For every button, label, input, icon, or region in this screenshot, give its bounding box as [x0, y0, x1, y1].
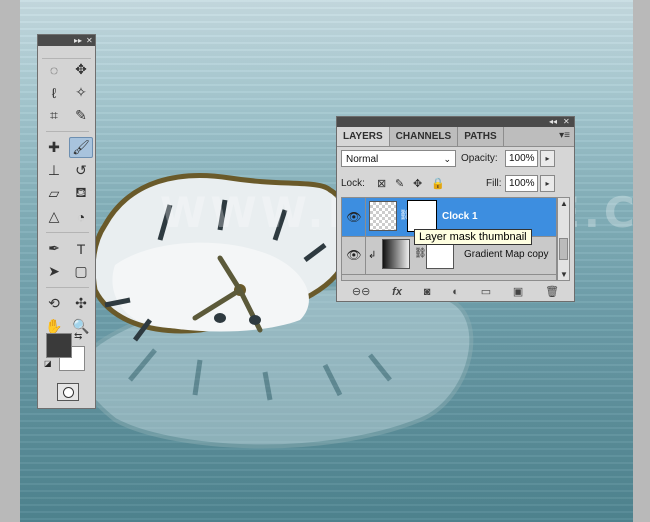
layer-list-scrollbar[interactable]: ▲ ▼: [557, 197, 570, 281]
pen-tool-icon[interactable]: ✒: [42, 238, 66, 259]
default-colors-icon[interactable]: ◪: [44, 359, 52, 368]
tool-separator: [46, 131, 89, 132]
magic-wand-tool-icon[interactable]: ✧: [69, 82, 93, 103]
clone-stamp-tool-icon[interactable]: ⊥: [42, 160, 66, 181]
link-layers-icon[interactable]: ⊖⊖: [352, 285, 370, 298]
tools-panel: ▸▸ ✕ ◌ ✥ ℓ ✧ ⌗ ✎ ✚ 🖌 ⊥ ↺ ▱ ⛾ △ ◔ ✒ T ➤ ▢ ⟲ ✣ ✋ 🔍 ⇆ ◪: [37, 34, 96, 409]
new-layer-icon[interactable]: ▣: [513, 285, 523, 298]
clipping-arrow-icon: ↲: [368, 250, 377, 261]
opacity-slider-button[interactable]: ▸: [540, 150, 555, 167]
tool-separator: [46, 287, 89, 288]
visibility-eye-icon[interactable]: 👁: [343, 198, 366, 236]
blend-mode-value: Normal: [346, 154, 379, 165]
quick-mask-icon: [62, 386, 74, 398]
lasso-tool-icon[interactable]: ℓ: [42, 82, 66, 103]
brush-tool-icon[interactable]: 🖌: [69, 137, 93, 158]
adjustment-layer-thumbnail[interactable]: [382, 239, 410, 269]
layers-footer: ⊖⊖ fx ◙ ◐ ▭ ▣ 🗑: [341, 284, 570, 299]
close-icon[interactable]: ✕: [86, 35, 93, 46]
tool-grid: ◌ ✥ ℓ ✧ ⌗ ✎ ✚ 🖌 ⊥ ↺ ▱ ⛾ △ ◔ ✒ T ➤ ▢ ⟲ ✣ ✋ 🔍: [38, 59, 95, 337]
tab-paths[interactable]: PATHS: [458, 127, 504, 146]
collapse-icon[interactable]: ◂◂: [549, 117, 557, 127]
opacity-label: Opacity:: [461, 153, 498, 164]
eyedropper-tool-icon[interactable]: ✎: [69, 105, 93, 126]
tooltip: Layer mask thumbnail: [414, 229, 532, 245]
paint-bucket-tool-icon[interactable]: ⛾: [69, 183, 93, 204]
opacity-input[interactable]: 100%: [505, 150, 538, 167]
path-selection-tool-icon[interactable]: ➤: [42, 261, 66, 282]
add-mask-icon[interactable]: ◙: [424, 286, 431, 298]
3d-pan-tool-icon[interactable]: ✣: [69, 293, 93, 314]
eraser-tool-icon[interactable]: ▱: [42, 183, 66, 204]
layers-panel: ◂◂ ✕ LAYERS CHANNELS PATHS ▾≡ Normal ⌄ O…: [336, 116, 575, 302]
tool-separator: [46, 232, 89, 233]
lock-all-icon[interactable]: 🔒: [431, 177, 445, 190]
scroll-down-icon[interactable]: ▼: [560, 270, 568, 279]
move-tool-icon[interactable]: ✥: [69, 59, 93, 80]
quick-mask-button[interactable]: [57, 383, 79, 401]
scroll-up-icon[interactable]: ▲: [560, 199, 568, 208]
marquee-tool-icon[interactable]: ◌: [42, 59, 66, 80]
type-tool-icon[interactable]: T: [69, 238, 93, 259]
history-brush-tool-icon[interactable]: ↺: [69, 160, 93, 181]
lock-transparent-icon[interactable]: ⊠: [377, 177, 386, 190]
blend-mode-select[interactable]: Normal ⌄: [341, 150, 456, 167]
tools-panel-header[interactable]: ▸▸ ✕: [38, 35, 95, 46]
new-group-folder-icon[interactable]: ▭: [481, 285, 491, 298]
blur-tool-icon[interactable]: △: [42, 206, 66, 227]
foreground-color-swatch[interactable]: [46, 333, 72, 358]
layer-thumbnail[interactable]: [369, 201, 397, 231]
fx-icon[interactable]: fx: [392, 286, 402, 298]
panel-menu-icon[interactable]: ▾≡: [559, 130, 570, 141]
3d-rotate-tool-icon[interactable]: ⟲: [42, 293, 66, 314]
chevron-down-icon: ⌄: [443, 154, 451, 164]
panel-grip[interactable]: [42, 46, 91, 59]
crop-tool-icon[interactable]: ⌗: [42, 105, 66, 126]
chain-link-icon[interactable]: ⛓: [414, 248, 427, 259]
close-icon[interactable]: ✕: [563, 117, 570, 127]
tab-channels[interactable]: CHANNELS: [390, 127, 459, 146]
adjustment-layer-icon[interactable]: ◐: [452, 286, 459, 298]
trash-icon[interactable]: 🗑: [545, 285, 559, 298]
shape-tool-icon[interactable]: ▢: [69, 261, 93, 282]
layers-panel-header[interactable]: ◂◂ ✕: [337, 117, 574, 127]
lock-pixels-icon[interactable]: ✎: [395, 177, 404, 190]
lock-label: Lock:: [341, 178, 365, 189]
tab-layers[interactable]: LAYERS: [337, 127, 390, 146]
scroll-thumb[interactable]: [559, 238, 568, 260]
healing-brush-tool-icon[interactable]: ✚: [42, 137, 66, 158]
dodge-tool-icon[interactable]: ◔: [69, 206, 93, 227]
visibility-eye-icon[interactable]: 👁: [343, 236, 366, 274]
lock-fill-row: Lock: ⊠ ✎ ✥ 🔒 Fill: 100% ▸: [341, 175, 570, 193]
layer-mask-thumbnail[interactable]: [407, 200, 437, 232]
lock-position-icon[interactable]: ✥: [413, 177, 422, 190]
fill-slider-button[interactable]: ▸: [540, 175, 555, 192]
color-swatches: ⇆ ◪: [44, 331, 88, 373]
swap-colors-icon[interactable]: ⇆: [74, 331, 82, 342]
blend-opacity-row: Normal ⌄ Opacity: 100% ▸: [341, 150, 570, 168]
fill-input[interactable]: 100%: [505, 175, 538, 192]
fill-label: Fill:: [486, 178, 502, 189]
panel-tabs: LAYERS CHANNELS PATHS ▾≡: [337, 127, 574, 147]
collapse-icon[interactable]: ▸▸: [74, 35, 82, 46]
